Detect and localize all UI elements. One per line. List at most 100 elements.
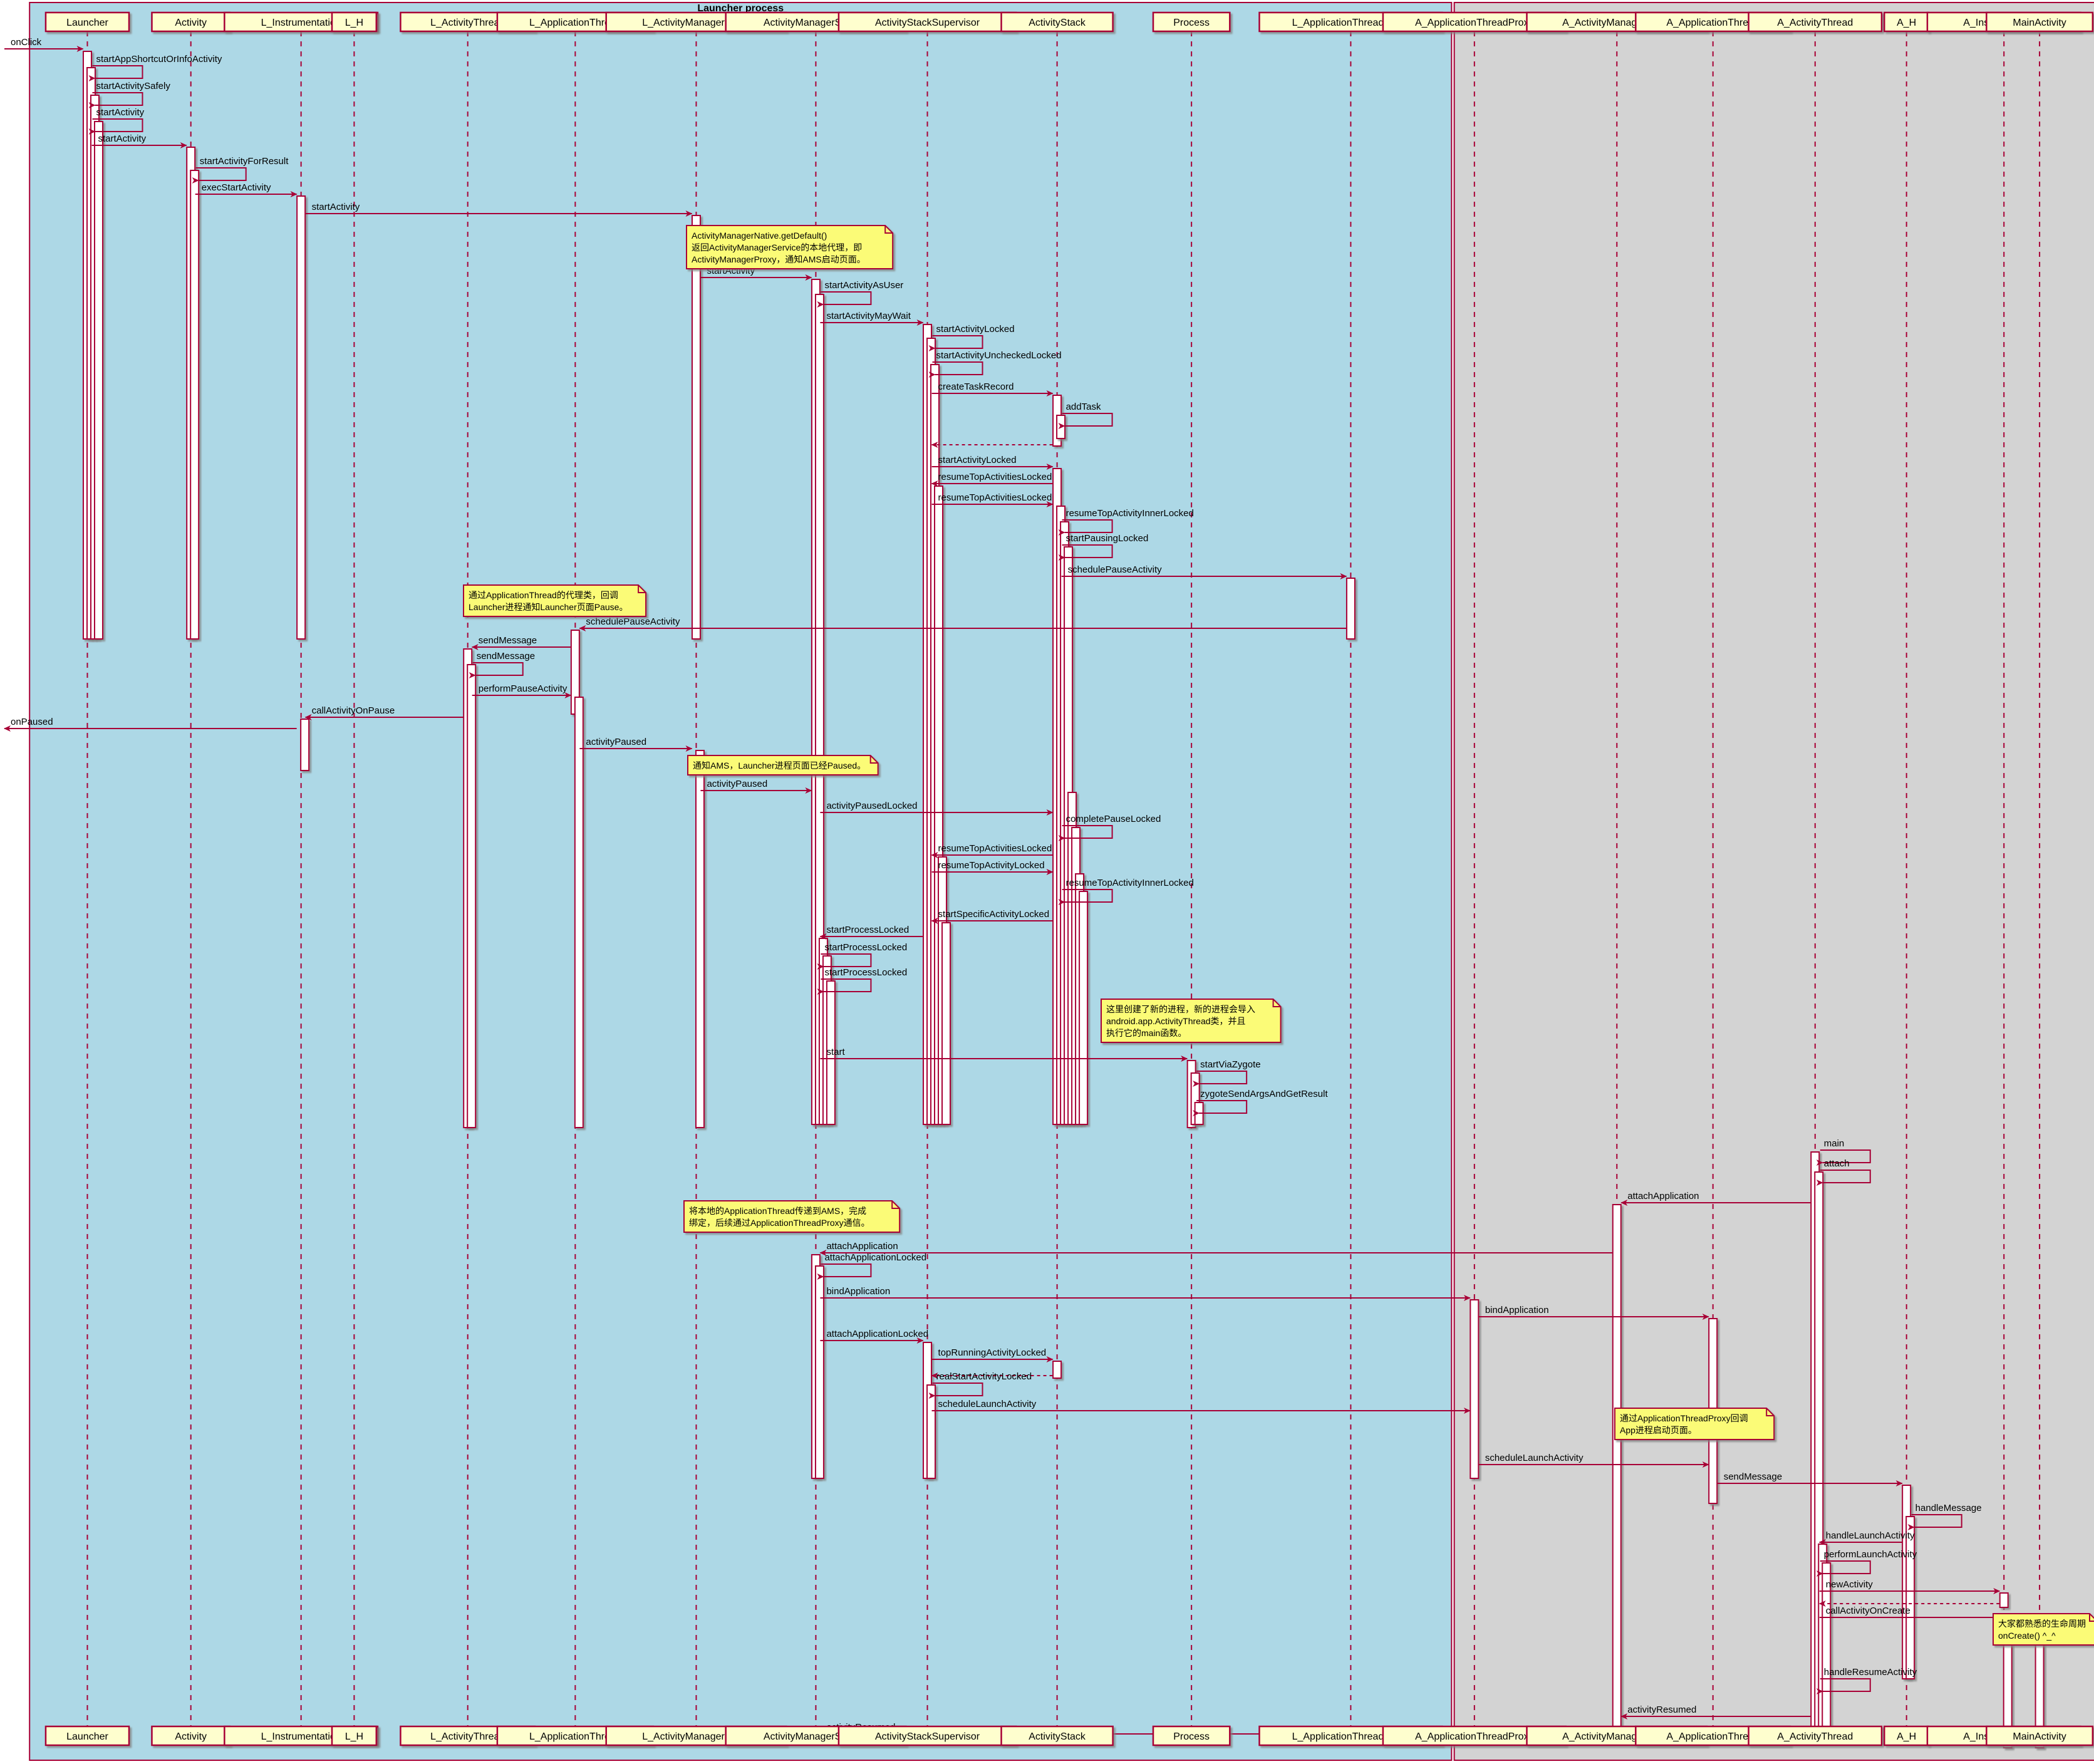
message-label: resumeTopActivityInnerLocked <box>1066 878 1194 888</box>
message-label: activityPausedLocked <box>826 801 917 811</box>
participant-label: Activity <box>175 1731 207 1742</box>
message-label: startActivityUncheckedLocked <box>936 350 1062 361</box>
participant-A_ActivityThread-bottom[interactable]: A_ActivityThread <box>1748 1725 1883 1746</box>
participant-label: ActivityStackSupervisor <box>875 18 980 28</box>
participant-label: A_ActivityThread <box>1777 18 1853 28</box>
participant-Activity-bottom[interactable]: Activity <box>151 1725 231 1746</box>
sequence-diagram-canvas: Launcher processSystem processApp proces… <box>0 0 2094 1764</box>
message-label: main <box>1824 1138 1845 1149</box>
message-label: startSpecificActivityLocked <box>938 909 1050 920</box>
note-note-schedule-pause: 通过ApplicationThread的代理类，回调 Launcher进程通知La… <box>463 584 647 617</box>
participant-L_H-top[interactable]: L_H <box>331 11 378 33</box>
message-label: startActivity <box>98 133 146 144</box>
activation-bar-ActivityStack <box>1052 1361 1062 1379</box>
message-label: sendMessage <box>479 635 537 646</box>
participant-A_H-bottom[interactable]: A_H <box>1884 1725 1930 1746</box>
message-label: bindApplication <box>1485 1305 1549 1315</box>
activation-bar-L_Instrumentation <box>300 719 310 771</box>
message-11: startActivityMayWait <box>820 311 924 326</box>
note-note-activity-paused: 通知AMS，Launcher进程页面已经Paused。 <box>687 755 879 776</box>
participant-Launcher-bottom[interactable]: Launcher <box>44 1725 130 1746</box>
participant-ActivityStackSupervisor-top[interactable]: ActivityStackSupervisor <box>837 11 1017 33</box>
message-34: resumeTopActivityLocked <box>931 860 1054 875</box>
note-line: onCreate() ^_^ <box>1998 1631 2056 1641</box>
participant-label: ActivityStackSupervisor <box>875 1731 980 1742</box>
frame-body <box>1453 2 2094 1761</box>
message-label: start <box>826 1047 845 1057</box>
participant-ActivityStack-top[interactable]: ActivityStack <box>1000 11 1114 33</box>
note-note-attach-application: 将本地的ApplicationThread传递到AMS，完成绑定，后续通过App… <box>683 1200 901 1233</box>
message-label: completePauseLocked <box>1066 814 1161 824</box>
participant-label: ActivityStack <box>1029 18 1086 28</box>
note-note-ams-proxy: ActivityManagerNative.getDefault()返回Acti… <box>686 225 894 269</box>
message-51: topRunningActivityLocked <box>931 1347 1054 1362</box>
message-label: activityPaused <box>707 779 767 789</box>
message-18: resumeTopActivitiesLocked <box>931 472 1053 487</box>
message-label: startViaZygote <box>1200 1059 1260 1070</box>
message-label: scheduleLaunchActivity <box>938 1399 1037 1409</box>
message-label: startActivityAsUser <box>824 280 903 291</box>
activation-bar-ActivityStackSupervisor <box>941 922 951 1125</box>
note-line: android.app.ActivityThread类，并且 <box>1106 1016 1246 1026</box>
message-label: startProcessLocked <box>824 967 907 978</box>
message-label: startPausingLocked <box>1066 533 1149 544</box>
message-label: startAppShortcutOrInfoActivity <box>96 54 222 65</box>
note-line: 通过ApplicationThread的代理类，回调 <box>469 590 618 600</box>
activation-bar-ActivityStack <box>1079 891 1089 1125</box>
message-label: addTask <box>1066 402 1101 412</box>
message-37: startProcessLocked <box>819 925 923 940</box>
activation-bar-A_ActivityManagerProxy <box>1612 1204 1622 1742</box>
message-label: resumeTopActivityLocked <box>938 860 1045 871</box>
participant-Launcher-top[interactable]: Launcher <box>44 11 130 33</box>
participant-MainActivity-top[interactable]: MainActivity <box>1986 11 2094 33</box>
activation-bar-L_ApplicationThread <box>574 697 584 1128</box>
message-label: attachApplicationLocked <box>826 1329 928 1339</box>
participant-label: L_Instrumentation <box>261 1731 341 1742</box>
message-26: performPauseActivity <box>472 683 572 698</box>
participant-label: Activity <box>175 18 207 28</box>
participant-label: L_ActivityThread <box>430 1731 505 1742</box>
message-label: execStartActivity <box>202 182 271 193</box>
message-label: activityPaused <box>586 737 646 747</box>
note-line: 返回ActivityManagerService的本地代理，即 <box>692 242 862 252</box>
message-label: startActivitySafely <box>96 81 170 91</box>
message-label: startProcessLocked <box>824 942 907 953</box>
activation-bar-L_ApplicationThreadProxy <box>1345 578 1355 640</box>
participant-ActivityStackSupervisor-bottom[interactable]: ActivityStackSupervisor <box>837 1725 1017 1746</box>
message-label: createTaskRecord <box>938 381 1014 392</box>
participant-A_H-top[interactable]: A_H <box>1884 11 1930 33</box>
participant-label: ActivityStack <box>1029 1731 1086 1742</box>
participant-A_ActivityThread-top[interactable]: A_ActivityThread <box>1748 11 1883 33</box>
message-label: resumeTopActivitiesLocked <box>938 843 1052 854</box>
activation-bar-A_Instrumentation <box>1999 1592 2009 1608</box>
participant-Process-bottom[interactable]: Process <box>1152 1725 1231 1746</box>
uml-sequence-diagram: Launcher processSystem processApp proces… <box>0 0 2094 1764</box>
note-line: ActivityManagerNative.getDefault() <box>692 231 827 241</box>
participant-label: Launcher <box>66 1731 108 1742</box>
participant-label: MainActivity <box>2013 18 2066 28</box>
participant-L_H-bottom[interactable]: L_H <box>331 1725 378 1746</box>
participant-label: A_ActivityThread <box>1777 1731 1853 1742</box>
participant-ActivityStack-bottom[interactable]: ActivityStack <box>1000 1725 1114 1746</box>
note-note-schedule-launch: 通过ApplicationThreadProxy回调 App进程启动页面。 <box>1614 1408 1775 1440</box>
message-label: startActivityLocked <box>936 324 1015 335</box>
note-line: 绑定，后续通过ApplicationThreadProxy通信。 <box>689 1218 870 1228</box>
participant-Process-top[interactable]: Process <box>1152 11 1231 33</box>
activation-bar-L_ActivityThread <box>467 664 477 1128</box>
note-line: 大家都熟悉的生命周期 <box>1998 1619 2086 1629</box>
message-label: resumeTopActivitiesLocked <box>938 492 1052 503</box>
participant-label: Process <box>1173 1731 1210 1742</box>
participant-label: A_ApplicationThreadProxy <box>1415 18 1533 28</box>
note-line: 通过ApplicationThreadProxy回调 <box>1620 1413 1748 1423</box>
participant-MainActivity-bottom[interactable]: MainActivity <box>1986 1725 2094 1746</box>
message-label: startActivityLocked <box>938 455 1017 465</box>
message-label: realStartActivityLocked <box>936 1371 1032 1382</box>
participant-label: L_H <box>345 18 363 28</box>
message-label: startProcessLocked <box>826 925 909 935</box>
activation-bar-ActivityStackSupervisor <box>926 1384 936 1479</box>
message-label: schedulePauseActivity <box>1068 564 1163 575</box>
message-label: scheduleLaunchActivity <box>1485 1453 1583 1463</box>
message-label: startActivity <box>312 202 360 212</box>
participant-Activity-top[interactable]: Activity <box>151 11 231 33</box>
message-19: resumeTopActivitiesLocked <box>931 492 1054 507</box>
